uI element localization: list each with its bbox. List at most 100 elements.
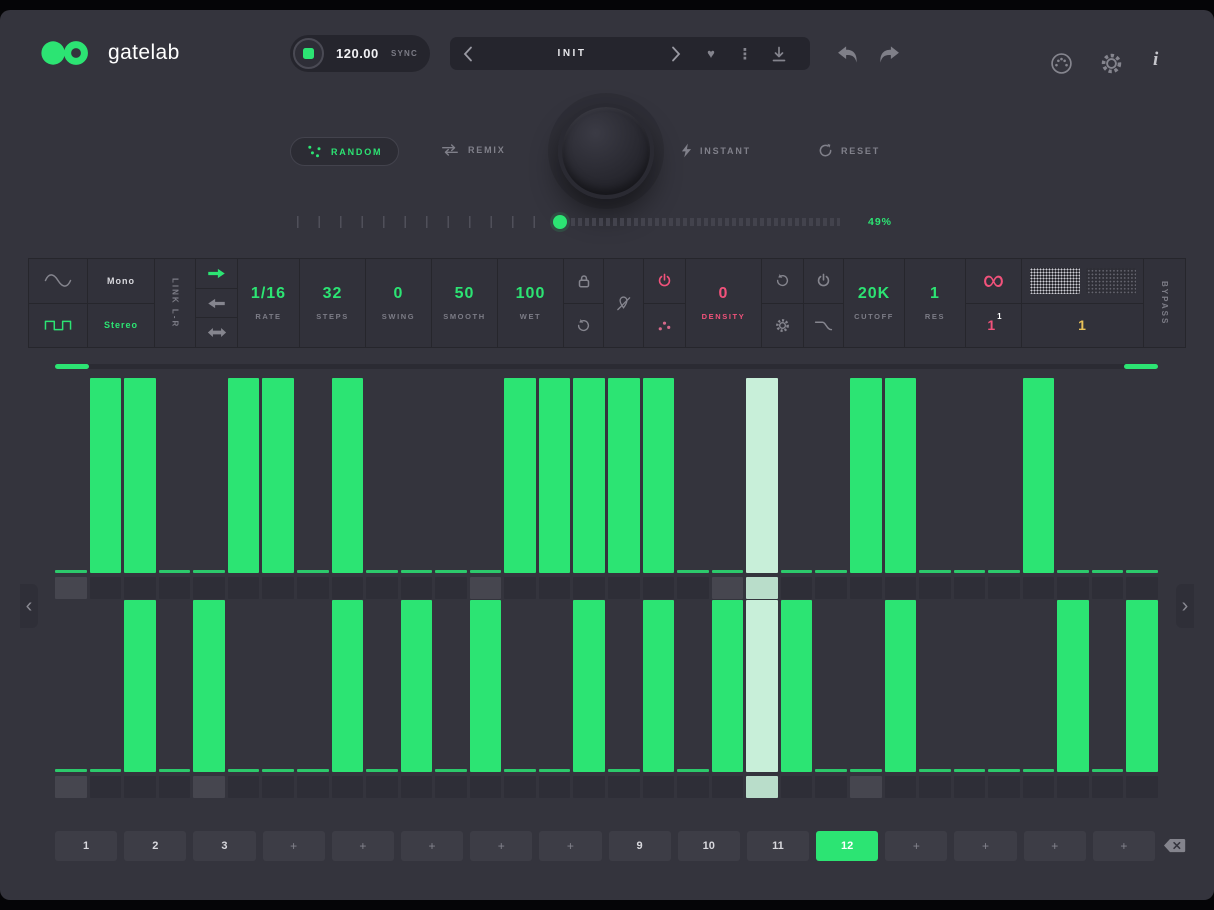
lock-button[interactable] [564,259,603,303]
step-17[interactable] [608,378,640,573]
step-8[interactable] [297,600,329,772]
gate-tick[interactable] [815,570,847,573]
settings-button[interactable] [1100,52,1123,75]
playhead-bar[interactable] [746,600,778,772]
step-24[interactable] [850,600,882,772]
preset-next-button[interactable] [658,37,694,70]
length-block-18[interactable] [643,776,675,798]
step-15[interactable] [539,600,571,772]
step-30[interactable] [1057,378,1089,573]
cutoff-value[interactable]: 20K [858,285,890,303]
gate-bar[interactable] [573,600,605,772]
step-4[interactable] [159,600,191,772]
pattern-slot-add[interactable]: + [401,831,463,861]
length-block-13[interactable] [470,577,502,599]
sine-wave-button[interactable] [29,259,87,303]
pattern-slot-12[interactable]: 12 [816,831,878,861]
length-block-27[interactable] [954,776,986,798]
step-23[interactable] [815,378,847,573]
gate-tick[interactable] [1092,769,1124,772]
length-block-29[interactable] [1023,577,1055,599]
gate-bar[interactable] [228,378,260,573]
zoom-handle-right[interactable] [1124,364,1158,369]
gate-tick[interactable] [850,769,882,772]
gate-tick[interactable] [193,570,225,573]
dither-count[interactable]: 1 [1022,303,1143,348]
step-16[interactable] [573,378,605,573]
infinity-toggle[interactable]: ∞ [966,259,1021,303]
slider-track[interactable] [571,218,840,226]
gate-bar[interactable] [573,378,605,573]
gate-bar[interactable] [332,378,364,573]
length-block-25[interactable] [885,577,917,599]
direction-backward-button[interactable] [196,288,237,318]
step-2[interactable] [90,600,122,772]
gate-bar[interactable] [608,378,640,573]
step-7[interactable] [262,378,294,573]
delete-pattern-button[interactable] [1163,838,1186,856]
density-value[interactable]: 0 [719,285,729,303]
step-13[interactable] [470,378,502,573]
length-block-28[interactable] [988,776,1020,798]
pattern-slot-3[interactable]: 3 [193,831,255,861]
length-block-9[interactable] [332,776,364,798]
dither-texture-dense-icon[interactable] [1030,268,1080,294]
length-block-24[interactable] [850,776,882,798]
pattern-slot-2[interactable]: 2 [124,831,186,861]
pattern-slot-add[interactable]: + [954,831,1016,861]
step-11[interactable] [401,600,433,772]
step-9[interactable] [332,600,364,772]
length-block-14[interactable] [504,577,536,599]
length-block-17[interactable] [608,776,640,798]
step-16[interactable] [573,600,605,772]
length-block-22[interactable] [781,577,813,599]
step-11[interactable] [401,378,433,573]
filter-cycle-button[interactable] [762,259,803,303]
length-block-29[interactable] [1023,776,1055,798]
length-block-16[interactable] [573,776,605,798]
length-block-10[interactable] [366,776,398,798]
gate-tick[interactable] [1126,570,1158,573]
length-block-21[interactable] [746,776,778,798]
pattern-slot-add[interactable]: + [539,831,601,861]
length-block-19[interactable] [677,577,709,599]
length-block-6[interactable] [228,776,260,798]
stop-button[interactable] [293,38,324,69]
step-30[interactable] [1057,600,1089,772]
step-14[interactable] [504,600,536,772]
bpm-display[interactable]: 120.00 [336,46,379,61]
rate-value[interactable]: 1/16 [251,285,286,303]
step-18[interactable] [643,378,675,573]
gate-tick[interactable] [712,570,744,573]
length-block-25[interactable] [885,776,917,798]
gate-tick[interactable] [55,769,87,772]
length-block-6[interactable] [228,577,260,599]
length-block-31[interactable] [1092,776,1124,798]
gate-tick[interactable] [539,769,571,772]
length-block-11[interactable] [401,776,433,798]
step-25[interactable] [885,378,917,573]
sync-toggle[interactable]: SYNC [391,49,418,58]
gate-bar[interactable] [262,378,294,573]
filter-power-button[interactable] [804,259,843,303]
filter-settings-button[interactable] [762,303,803,348]
gate-tick[interactable] [1092,570,1124,573]
generate-knob[interactable] [558,103,654,199]
mono-button[interactable]: Mono [88,259,154,303]
gate-tick[interactable] [90,769,122,772]
gate-tick[interactable] [781,570,813,573]
step-4[interactable] [159,378,191,573]
step-7[interactable] [262,600,294,772]
length-block-18[interactable] [643,577,675,599]
length-block-27[interactable] [954,577,986,599]
gate-bar[interactable] [90,378,122,573]
redo-button[interactable] [876,45,901,67]
density-power-button[interactable] [644,259,685,303]
gate-bar[interactable] [332,600,364,772]
length-block-8[interactable] [297,577,329,599]
gate-tick[interactable] [988,769,1020,772]
length-block-31[interactable] [1092,577,1124,599]
step-29[interactable] [1023,600,1055,772]
filter-slope-button[interactable] [804,303,843,348]
link-lr-toggle[interactable]: LINK L-R [155,259,196,347]
